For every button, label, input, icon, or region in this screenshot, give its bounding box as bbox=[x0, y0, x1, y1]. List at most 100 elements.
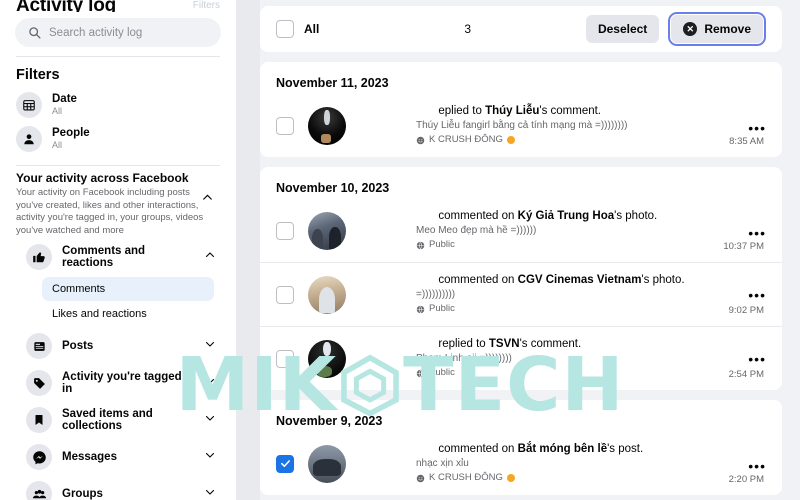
entry-checkbox[interactable] bbox=[276, 221, 294, 240]
chevron-down-icon[interactable] bbox=[204, 485, 216, 500]
entry-options-button[interactable]: ••• bbox=[748, 459, 766, 473]
reaction-emoji-icon bbox=[506, 136, 515, 144]
sidebar-subitem-likes-and-reactions[interactable]: Likes and reactions bbox=[42, 302, 214, 326]
remove-button[interactable]: ✕ Remove bbox=[671, 15, 763, 43]
activity-entry[interactable]: commented on Bắt móng bên lề's post. nhạ… bbox=[260, 436, 782, 495]
avatar bbox=[308, 339, 346, 378]
entry-verb: eplied to bbox=[438, 105, 486, 117]
entry-action: commented on CGV Cinemas Vietnam's photo… bbox=[416, 273, 766, 288]
entry-actor-name bbox=[416, 443, 438, 455]
entry-verb: commented on bbox=[438, 443, 518, 455]
sidebar-item-posts[interactable]: Posts bbox=[10, 329, 226, 363]
chevron-down-icon[interactable] bbox=[204, 374, 216, 392]
entry-target[interactable]: CGV Cinemas Vietnam bbox=[518, 274, 642, 286]
activity-entry[interactable]: commented on Ký Giả Trung Hoa's photo. M… bbox=[260, 203, 782, 262]
filter-date[interactable]: Date All bbox=[10, 88, 226, 122]
entry-privacy-label: K CRUSH ĐÔNG bbox=[429, 134, 503, 145]
entry-action: commented on Bắt móng bên lề's post. bbox=[416, 442, 766, 457]
chevron-up-icon[interactable] bbox=[201, 191, 214, 209]
sidebar-subitem-comments[interactable]: Comments bbox=[42, 277, 214, 301]
entry-suffix: 's comment. bbox=[539, 105, 602, 117]
entry-time: 8:35 AM bbox=[729, 136, 764, 147]
entry-verb: replied to bbox=[438, 338, 489, 350]
filter-people-label: People bbox=[52, 127, 90, 139]
entry-checkbox[interactable] bbox=[276, 454, 294, 473]
entry-checkbox[interactable] bbox=[276, 116, 294, 135]
entry-suffix: 's photo. bbox=[614, 210, 658, 222]
entry-actor-name bbox=[416, 274, 438, 286]
entry-time: 10:37 PM bbox=[723, 241, 764, 252]
activity-entry[interactable]: eplied to Thúy Liễu's comment. Thúy Liễu… bbox=[260, 98, 782, 157]
entry-time: 9:02 PM bbox=[728, 305, 764, 316]
globe-icon bbox=[416, 369, 425, 377]
activity-group-card: November 11, 2023 eplied to Thúy Liễu's … bbox=[260, 62, 782, 157]
activity-group-card: November 9, 2023 commented on Bắt móng b… bbox=[260, 400, 782, 495]
activity-log-page: Activity log Filters Search activity log… bbox=[0, 0, 800, 500]
sidebar-item-saved-items[interactable]: Saved items and collections bbox=[10, 403, 226, 437]
remove-button-focus-ring: ✕ Remove bbox=[668, 12, 766, 46]
activity-entry[interactable]: replied to TSVN's comment. Phạm Linh eii… bbox=[260, 326, 782, 390]
sidebar-item-messages[interactable]: Messages bbox=[10, 440, 226, 474]
calendar-icon bbox=[16, 92, 42, 118]
globe-icon bbox=[416, 241, 425, 249]
bookmark-icon bbox=[26, 407, 52, 433]
tag-icon bbox=[26, 370, 52, 396]
reaction-emoji-icon bbox=[506, 474, 515, 482]
group-date-header: November 9, 2023 bbox=[276, 414, 383, 428]
entry-meta: K CRUSH ĐÔNG bbox=[416, 133, 766, 147]
globe-icon bbox=[416, 305, 425, 313]
thumbs-up-icon bbox=[26, 244, 52, 270]
chevron-up-icon[interactable] bbox=[204, 248, 216, 266]
search-input[interactable]: Search activity log bbox=[15, 18, 221, 47]
activity-group-card: November 10, 2023 commented on Ký Giả Tr… bbox=[260, 167, 782, 390]
sidebar-item-comments-and-reactions[interactable]: Comments and reactions bbox=[10, 240, 226, 274]
filter-people-value: All bbox=[52, 140, 63, 150]
activity-section-header[interactable]: Your activity across Facebook Your activ… bbox=[10, 171, 226, 237]
deselect-button[interactable]: Deselect bbox=[585, 15, 660, 43]
entry-target[interactable]: TSVN bbox=[489, 338, 520, 350]
sidebar-divider-2 bbox=[16, 165, 220, 166]
select-all-checkbox[interactable] bbox=[276, 20, 294, 38]
chevron-down-icon[interactable] bbox=[204, 337, 216, 355]
avatar bbox=[308, 444, 346, 483]
entry-checkbox[interactable] bbox=[276, 285, 294, 304]
entry-privacy-label: Public bbox=[429, 303, 455, 314]
entry-action: commented on Ký Giả Trung Hoa's photo. bbox=[416, 209, 766, 224]
sidebar-divider-1 bbox=[16, 56, 220, 57]
chevron-down-icon[interactable] bbox=[204, 448, 216, 466]
entry-suffix: 's post. bbox=[607, 443, 644, 455]
sidebar-item-groups[interactable]: Groups bbox=[10, 477, 226, 500]
select-all-label: All bbox=[304, 22, 320, 36]
filter-date-label: Date bbox=[52, 93, 77, 105]
entry-privacy-label: K CRUSH ĐÔNG bbox=[429, 472, 503, 483]
sidebar-top-link[interactable]: Filters bbox=[193, 0, 220, 12]
activity-entry[interactable]: commented on CGV Cinemas Vietnam's photo… bbox=[260, 262, 782, 326]
entry-action: replied to TSVN's comment. bbox=[416, 337, 766, 352]
entry-time: 2:54 PM bbox=[728, 369, 764, 380]
sidebar-item-label: Groups bbox=[62, 488, 103, 500]
entry-suffix: 's comment. bbox=[519, 338, 582, 350]
chevron-down-icon[interactable] bbox=[204, 411, 216, 429]
search-placeholder: Search activity log bbox=[49, 26, 143, 39]
entry-privacy-label: Public bbox=[429, 367, 455, 378]
filter-people[interactable]: People All bbox=[10, 122, 226, 156]
groups-icon bbox=[26, 481, 52, 500]
entry-checkbox[interactable] bbox=[276, 349, 294, 368]
sidebar-item-activity-tagged-in[interactable]: Activity you're tagged in bbox=[10, 366, 226, 400]
entry-suffix: 's photo. bbox=[641, 274, 685, 286]
entry-options-button[interactable]: ••• bbox=[748, 121, 766, 135]
entry-options-button[interactable]: ••• bbox=[748, 226, 766, 240]
remove-circle-icon: ✕ bbox=[683, 22, 698, 36]
entry-body: commented on Ký Giả Trung Hoa's photo. M… bbox=[358, 209, 766, 252]
entry-options-button[interactable]: ••• bbox=[748, 288, 766, 302]
filters-heading: Filters bbox=[16, 67, 60, 83]
sidebar-item-label: Saved items and collections bbox=[62, 408, 153, 432]
entry-target[interactable]: Ký Giả Trung Hoa bbox=[518, 210, 615, 222]
entry-verb: commented on bbox=[438, 210, 518, 222]
checkmark-icon bbox=[280, 460, 290, 468]
entry-options-button[interactable]: ••• bbox=[748, 352, 766, 366]
entry-comment: =)))))))))) bbox=[416, 289, 456, 300]
entry-action: eplied to Thúy Liễu's comment. bbox=[416, 104, 766, 119]
entry-target[interactable]: Thúy Liễu bbox=[485, 105, 539, 117]
entry-target[interactable]: Bắt móng bên lề bbox=[518, 443, 607, 455]
